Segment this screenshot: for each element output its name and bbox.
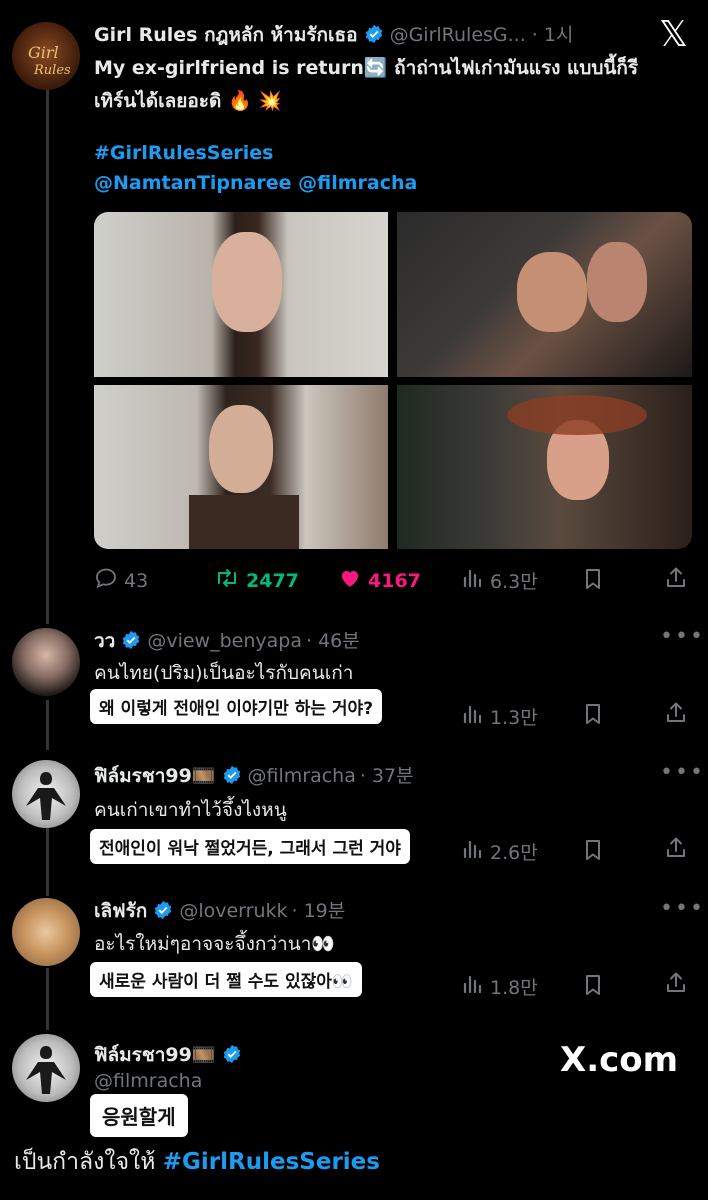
reply-header: ฟิล์มรชา99🎞️ @filmracha · 37분 [94, 761, 414, 791]
share-icon[interactable] [665, 970, 687, 1000]
translation-caption: 새로운 사람이 더 쩔 수도 있잖아👀 [90, 962, 363, 997]
more-icon[interactable]: ••• [660, 760, 705, 785]
svg-text:Rules: Rules [33, 63, 71, 78]
post-time[interactable]: · 37분 [360, 765, 414, 787]
share-icon[interactable] [665, 700, 687, 730]
media-photo-3[interactable] [94, 385, 388, 549]
author-name[interactable]: ฟิล์มรชา99🎞️ [94, 1044, 216, 1066]
reply-text: คนเก่าเขาทำไว้จึ้งไงหนู [94, 799, 287, 821]
views-count: 1.3만 [490, 707, 538, 729]
author-handle[interactable]: @filmracha [94, 1070, 202, 1092]
post-header: ฟิล์มรชา99🎞️ [94, 1040, 248, 1070]
author-name[interactable]: วว [94, 630, 115, 652]
post-header: Girl Rules กฎหลัก ห้ามรักเธอ @GirlRulesG.… [94, 20, 573, 50]
watermark: X.com [560, 1040, 679, 1080]
views-button[interactable]: 6.3만 [462, 566, 538, 595]
views-button[interactable]: 2.6만 [462, 837, 538, 866]
reply-count: 43 [124, 569, 149, 592]
author-handle[interactable]: @GirlRulesG... [390, 24, 526, 46]
post-text: เป็นกำลังใจให้ #GirlRulesSeries [14, 1144, 380, 1180]
repost-icon [214, 566, 240, 595]
translation-caption: 응원할게 [90, 1094, 188, 1137]
author-name[interactable]: เลิฟรัก [94, 900, 147, 922]
avatar[interactable] [12, 628, 80, 696]
post-time[interactable]: · 46분 [306, 630, 360, 652]
reply-text: อะไรใหม่ๆอาจจะจึ้งกว่านา👀 [94, 933, 336, 955]
avatar[interactable] [12, 898, 80, 966]
thread-line [46, 700, 49, 750]
like-button[interactable]: 4167 [338, 566, 421, 595]
verified-icon [222, 765, 242, 789]
views-icon [462, 566, 484, 595]
views-count: 6.3만 [490, 571, 538, 593]
author-handle[interactable]: @view_benyapa [147, 630, 302, 652]
translation-caption: 왜 이렇게 전애인 이야기만 하는 거야? [90, 689, 383, 724]
translation-caption: 전애인이 워낙 쩔었거든, 그래서 그런 거야 [90, 829, 410, 864]
avatar[interactable] [12, 1034, 80, 1102]
post-time[interactable]: · 19분 [292, 900, 346, 922]
bookmark-icon[interactable] [582, 702, 604, 730]
bookmark-icon[interactable] [582, 838, 604, 866]
reply-header: วว @view_benyapa · 46분 [94, 626, 360, 656]
reply-header: เลิฟรัก @loverrukk · 19분 [94, 896, 345, 926]
reply-icon [94, 566, 118, 595]
svg-text:Girl: Girl [28, 43, 59, 62]
views-icon [462, 837, 484, 866]
post-text-line1: My ex-girlfriend is return🔄 ถ้าถ่านไฟเก่… [94, 57, 639, 79]
views-icon [462, 972, 484, 1001]
media-photo-2[interactable] [397, 212, 692, 377]
x-logo: 𝕏 [658, 14, 688, 55]
verified-icon [222, 1044, 242, 1068]
reply-text: คนไทย(ปริม)เป็นอะไรกับคนเก่า [94, 662, 354, 684]
author-name[interactable]: Girl Rules กฎหลัก ห้ามรักเธอ [94, 24, 358, 46]
avatar[interactable] [12, 760, 80, 828]
more-icon[interactable]: ••• [660, 896, 705, 921]
post-time[interactable]: · 1시 [532, 24, 574, 46]
post-text-line2: เทิร์นได้เลยอะดิ 🔥 💥 [94, 90, 282, 112]
verified-icon [364, 24, 384, 48]
thread-line [46, 968, 49, 1030]
thread-line [46, 826, 49, 896]
media-photo-1[interactable] [94, 212, 388, 377]
views-count: 1.8만 [490, 977, 538, 999]
repost-count: 2477 [246, 569, 299, 592]
author-handle[interactable]: @filmracha [248, 765, 356, 787]
media-photo-4[interactable] [397, 385, 692, 549]
author-handle[interactable]: @loverrukk [179, 900, 287, 922]
media-grid[interactable] [94, 212, 692, 549]
more-icon[interactable]: ••• [660, 624, 705, 649]
views-icon [462, 702, 484, 731]
share-icon[interactable] [665, 835, 687, 865]
like-icon [338, 566, 362, 595]
hashtag-link[interactable]: #GirlRulesSeries [94, 142, 273, 164]
views-button[interactable]: 1.3만 [462, 702, 538, 731]
author-name[interactable]: ฟิล์มรชา99🎞️ [94, 765, 216, 787]
verified-icon [153, 900, 173, 924]
views-button[interactable]: 1.8만 [462, 972, 538, 1001]
mentions-link[interactable]: @NamtanTipnaree @filmracha [94, 172, 417, 194]
like-count: 4167 [368, 569, 421, 592]
views-count: 2.6만 [490, 842, 538, 864]
bookmark-icon[interactable] [582, 973, 604, 1001]
post-text-prefix: เป็นกำลังใจให้ [14, 1149, 163, 1175]
hashtag-link[interactable]: #GirlRulesSeries [163, 1149, 380, 1175]
avatar[interactable]: Girl Rules [12, 22, 80, 90]
thread-line [46, 84, 49, 624]
reply-button[interactable]: 43 [94, 566, 148, 595]
repost-button[interactable]: 2477 [214, 566, 299, 595]
share-icon[interactable] [665, 565, 687, 595]
bookmark-icon[interactable] [582, 567, 604, 595]
verified-icon [121, 630, 141, 654]
